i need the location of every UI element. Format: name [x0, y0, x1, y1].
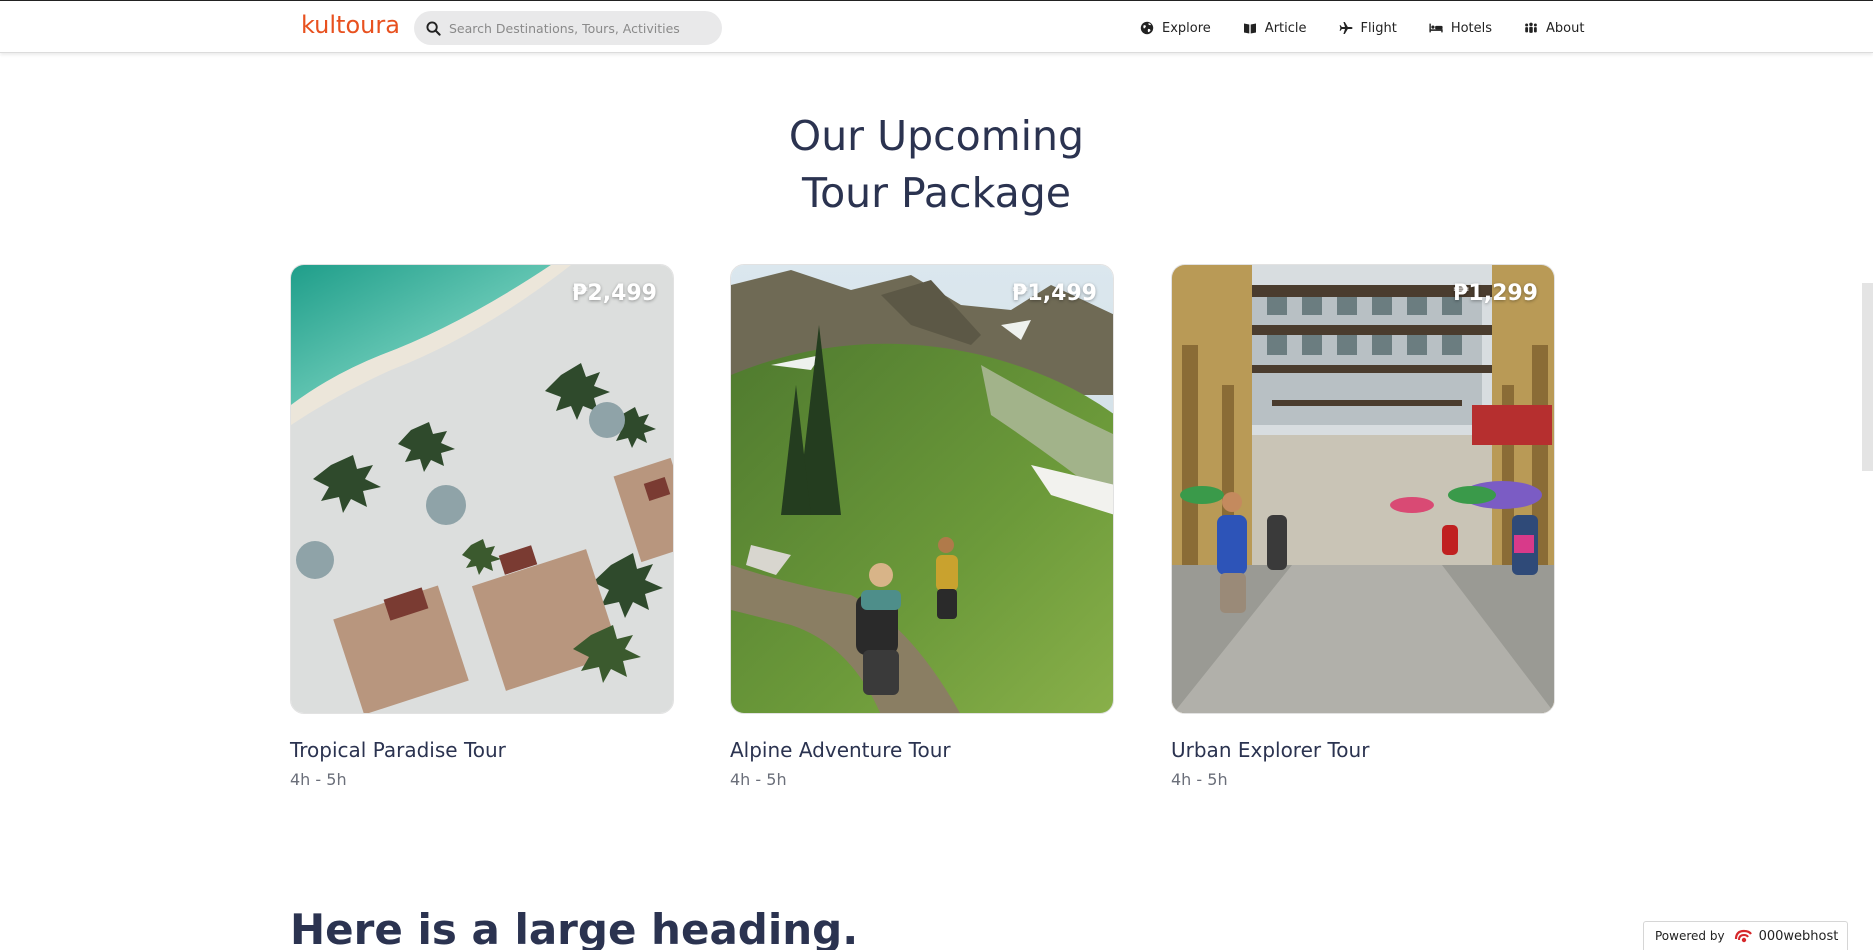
tour-price: ₱1,299 — [1453, 281, 1538, 306]
tour-name[interactable]: Tropical Paradise Tour — [290, 738, 674, 762]
plane-icon — [1339, 21, 1353, 35]
search-input[interactable] — [449, 20, 699, 36]
tour-photo-alpine[interactable]: ₱1,499 — [730, 264, 1114, 714]
nav-hotels-label: Hotels — [1450, 20, 1493, 36]
powered-by-label: Powered by — [1655, 929, 1725, 943]
tour-name[interactable]: Alpine Adventure Tour — [730, 738, 1114, 762]
tour-card-alpine[interactable]: ₱1,499 Alpine Adventure Tour 4h - 5h — [730, 264, 1114, 789]
tour-price: ₱1,499 — [1012, 281, 1097, 306]
site-logo[interactable]: kultoura — [301, 11, 400, 39]
nav-flight[interactable]: Flight — [1339, 18, 1397, 38]
powered-by-badge[interactable]: Powered by 000webhost — [1643, 921, 1848, 950]
nav-flight-label: Flight — [1360, 20, 1397, 36]
navbar: kultoura Explore Article Flight — [0, 1, 1873, 53]
book-icon — [1243, 21, 1257, 35]
webhost-brand: 000webhost — [1733, 927, 1839, 945]
globe-icon — [1140, 21, 1154, 35]
nav-article[interactable]: Article — [1243, 18, 1307, 38]
tour-price: ₱2,499 — [572, 281, 657, 306]
tour-photo-tropical[interactable]: ₱2,499 — [290, 264, 674, 714]
tour-duration: 4h - 5h — [290, 770, 347, 789]
search-bar[interactable] — [414, 11, 722, 45]
large-heading: Here is a large heading. — [290, 905, 859, 950]
search-icon — [426, 20, 441, 36]
tour-card-urban[interactable]: ₱1,299 Urban Explorer Tour 4h - 5h — [1171, 264, 1555, 789]
nav-about-label: About — [1546, 20, 1585, 36]
scrollbar-thumb[interactable] — [1862, 283, 1873, 471]
tour-name[interactable]: Urban Explorer Tour — [1171, 738, 1555, 762]
section-title: Our Upcoming Tour Package — [0, 108, 1873, 222]
nav-article-label: Article — [1264, 20, 1307, 36]
nav-hotels[interactable]: Hotels — [1429, 18, 1492, 38]
tour-duration: 4h - 5h — [1171, 770, 1228, 789]
section-title-line2: Tour Package — [802, 169, 1071, 217]
tour-duration: 4h - 5h — [730, 770, 787, 789]
tour-card-tropical[interactable]: ₱2,499 Tropical Paradise Tour 4h - 5h — [290, 264, 674, 789]
main-nav: Explore Article Flight Hotels About — [1140, 18, 1584, 38]
section-title-line1: Our Upcoming — [788, 112, 1085, 160]
nav-explore-label: Explore — [1162, 20, 1211, 36]
nav-about[interactable]: About — [1524, 18, 1584, 38]
webhost-logo-icon — [1734, 929, 1752, 943]
people-icon — [1524, 21, 1538, 35]
tour-photo-urban[interactable]: ₱1,299 — [1171, 264, 1555, 714]
webhost-brand-label: 000webhost — [1758, 928, 1839, 944]
bed-icon — [1429, 21, 1443, 35]
nav-explore[interactable]: Explore — [1140, 18, 1211, 38]
